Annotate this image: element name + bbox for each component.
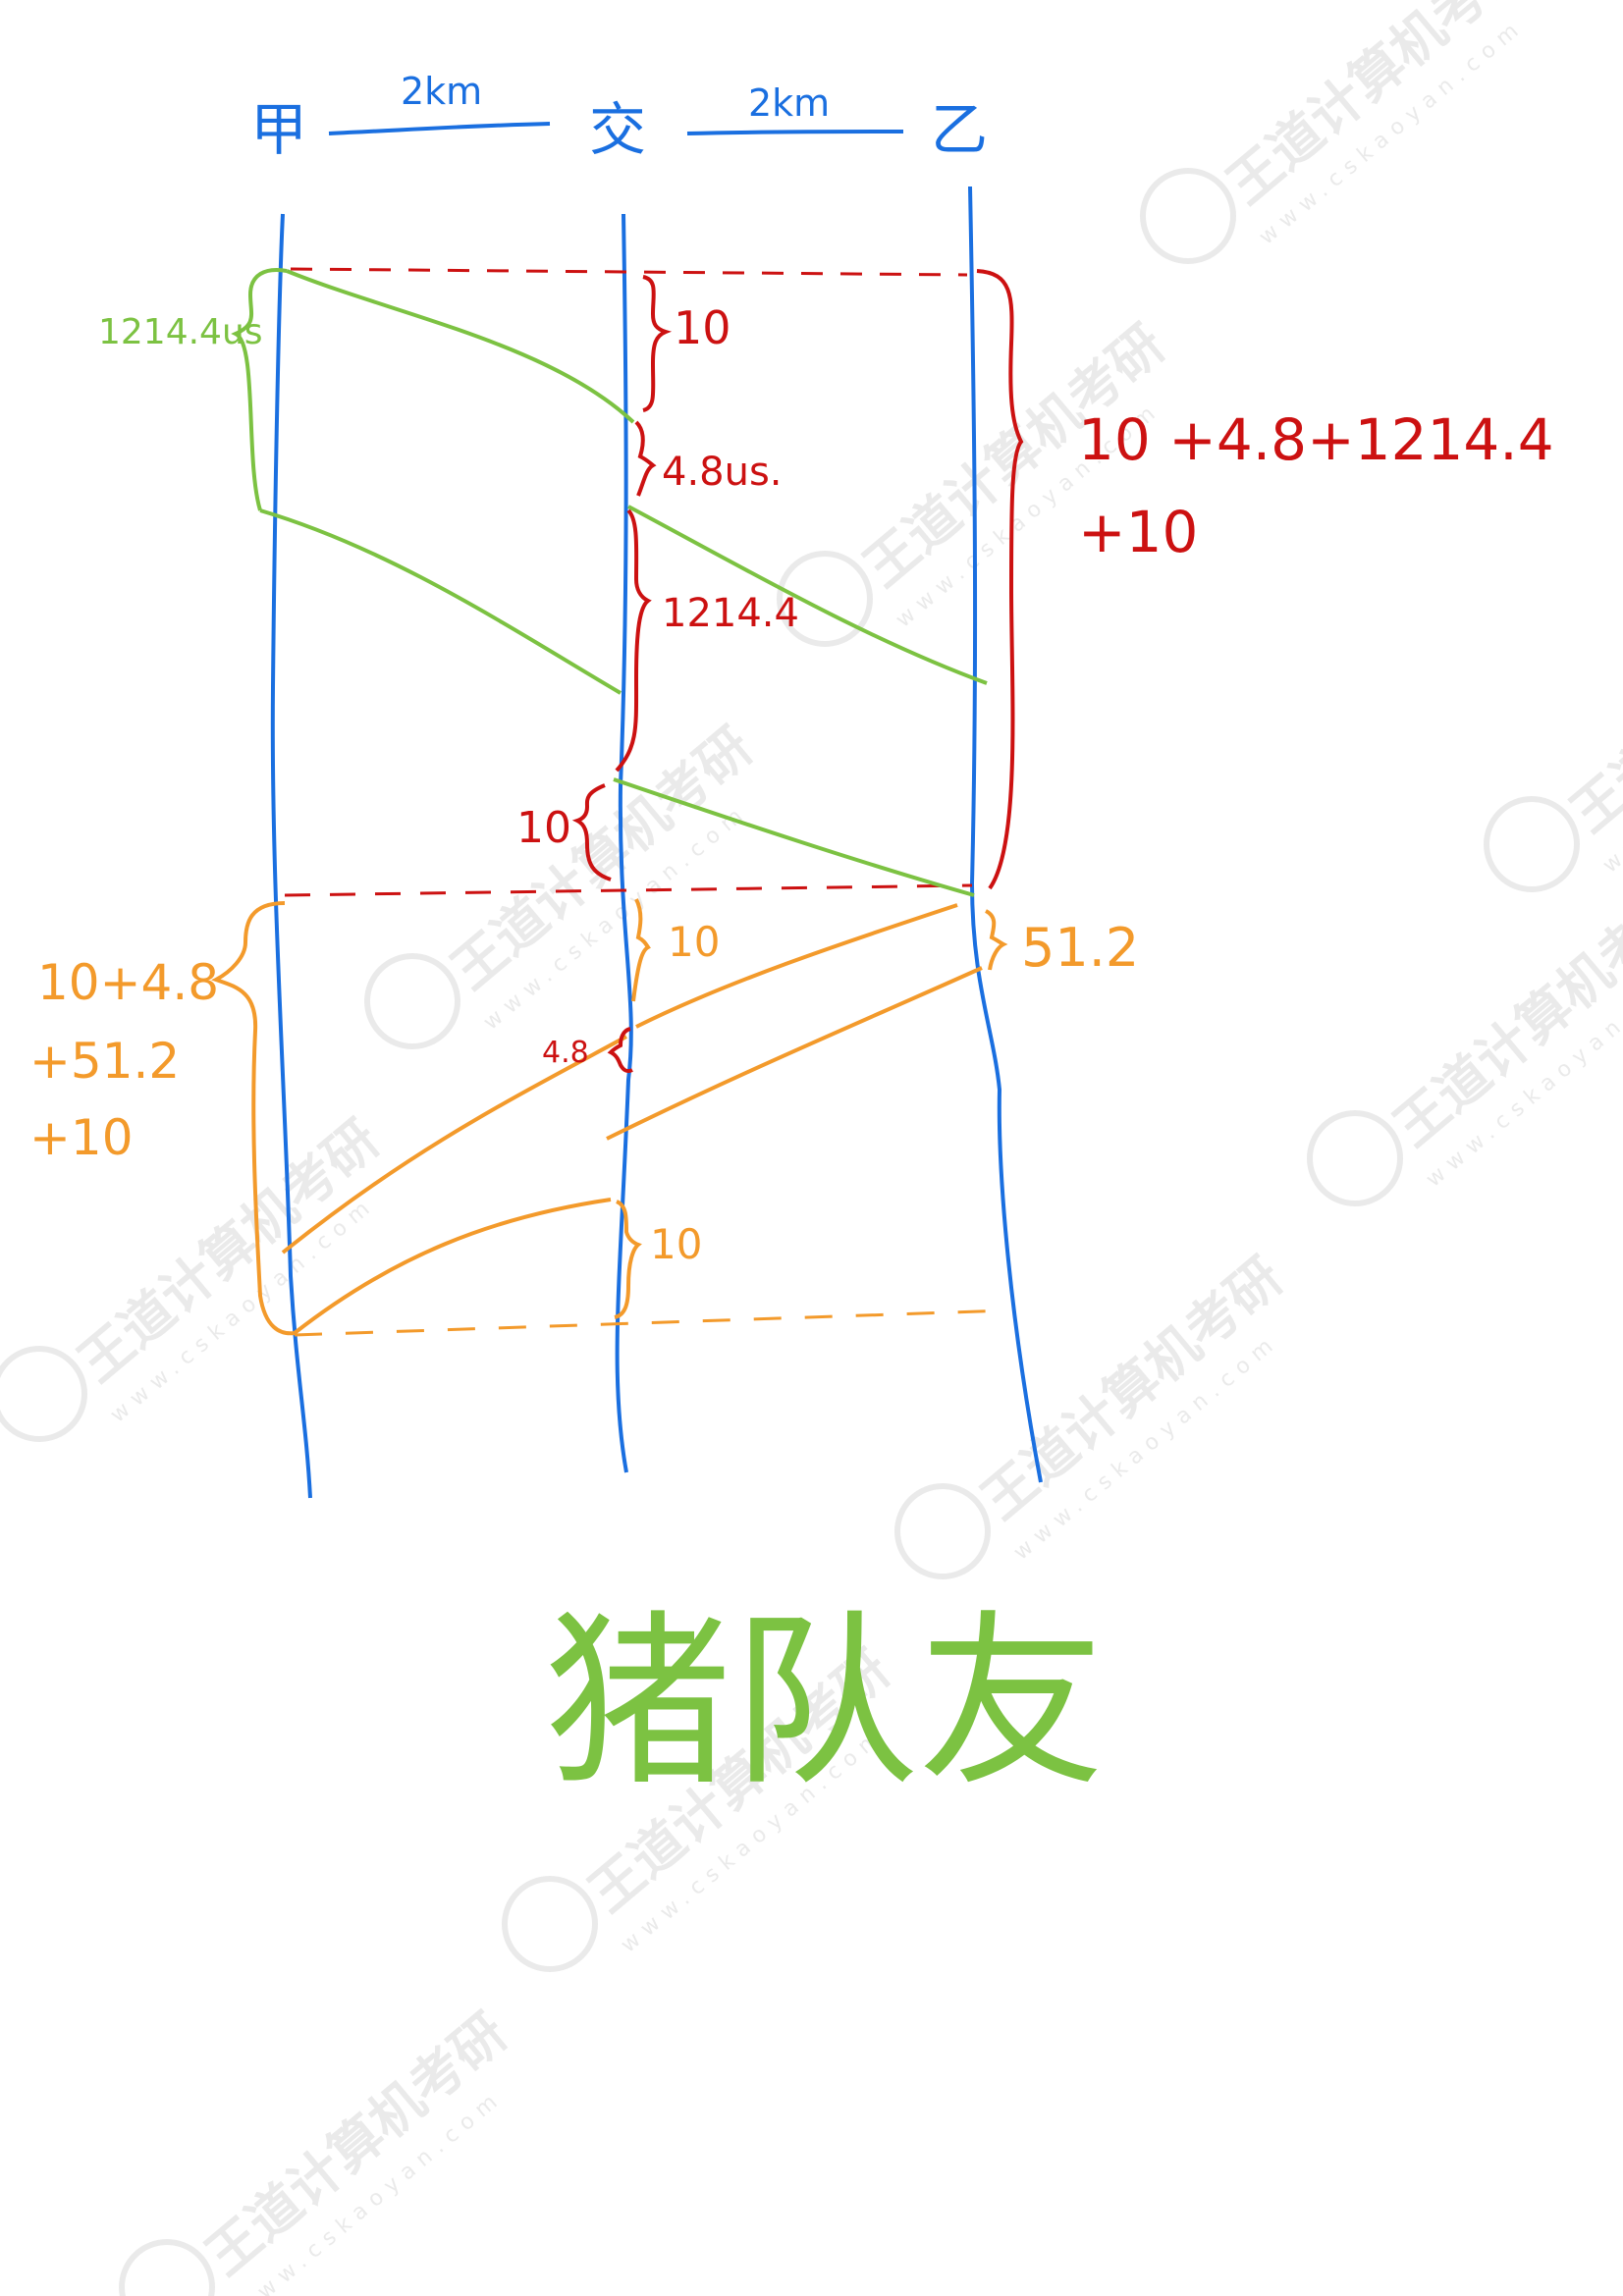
watermark-mark: 王道计算机考研www.cskaoyan.com	[1140, 0, 1540, 264]
label-ack-switch-delay: 10	[668, 918, 720, 966]
node-label-switch: 交	[589, 96, 646, 163]
watermark-logo-icon	[0, 1346, 87, 1442]
frame-line-1	[286, 269, 635, 424]
watermark-logo-icon	[1140, 168, 1236, 264]
watermark-logo-icon	[894, 1483, 991, 1579]
timing-diagram: 王道计算机考研www.cskaoyan.com王道计算机考研www.cskaoy…	[0, 0, 1623, 2296]
distance-label-right: 2km	[748, 81, 830, 125]
brace-total-frame	[976, 269, 1024, 890]
label-frame-tx-time: 1214.4us	[98, 312, 263, 352]
brace-prop-1	[634, 420, 657, 497]
label-switch-tx-time: 1214.4	[662, 591, 799, 636]
watermark-mark: 王道计算机考研www.cskaoyan.com	[1484, 559, 1623, 892]
label-total-frame-line1: 10 +4.8+1214.4	[1078, 406, 1554, 473]
guide-line-bottom	[294, 1308, 1007, 1337]
watermark-logo-icon	[502, 1876, 598, 1972]
ack-line-2	[606, 966, 983, 1141]
label-propagation-1: 4.8us.	[662, 450, 783, 495]
guide-line-top	[290, 267, 968, 277]
watermark-logo-icon	[119, 2239, 215, 2296]
label-propagation-2: 10	[516, 803, 571, 853]
watermark-mark: 王道计算机考研www.cskaoyan.com	[894, 1246, 1294, 1579]
label-ack-prop: 4.8	[542, 1036, 589, 1070]
watermark-logo-icon	[1484, 796, 1580, 892]
watermark-mark: 王道计算机考研www.cskaoyan.com	[777, 313, 1176, 647]
watermark-brand: 王道计算机考研	[970, 1246, 1294, 1531]
watermark-mark: 王道计算机考研www.cskaoyan.com	[119, 2002, 518, 2296]
watermark-brand: 王道计算机考研	[1559, 559, 1623, 844]
frame-line-2	[259, 508, 622, 695]
watermark-logo-icon	[1307, 1110, 1403, 1206]
timeline-a	[270, 213, 312, 1499]
distance-line-right	[686, 130, 904, 135]
watermark-mark: 王道计算机考研www.cskaoyan.com	[1307, 873, 1623, 1206]
label-ack-total-line3: +10	[29, 1109, 134, 1166]
label-ack-final-delay: 10	[650, 1220, 702, 1268]
caption: 猪队友	[545, 1594, 1105, 1811]
label-ack-total-line2: +51.2	[29, 1033, 180, 1090]
label-ack-total-line1: 10+4.8	[37, 954, 219, 1011]
watermark-brand: 王道计算机考研	[194, 2002, 518, 2287]
node-label-b: 乙	[931, 96, 988, 163]
label-ack-tx-time: 51.2	[1021, 917, 1139, 979]
brace-switch-delay-1	[642, 275, 673, 412]
brace-ack-tx	[984, 909, 1008, 971]
watermark-logo-icon	[364, 953, 460, 1049]
label-total-frame-line2: +10	[1078, 499, 1198, 565]
node-label-a: 甲	[250, 96, 307, 163]
distance-line-left	[328, 122, 551, 135]
label-switch-delay-1: 10	[674, 301, 731, 354]
distance-label-left: 2km	[401, 70, 482, 113]
